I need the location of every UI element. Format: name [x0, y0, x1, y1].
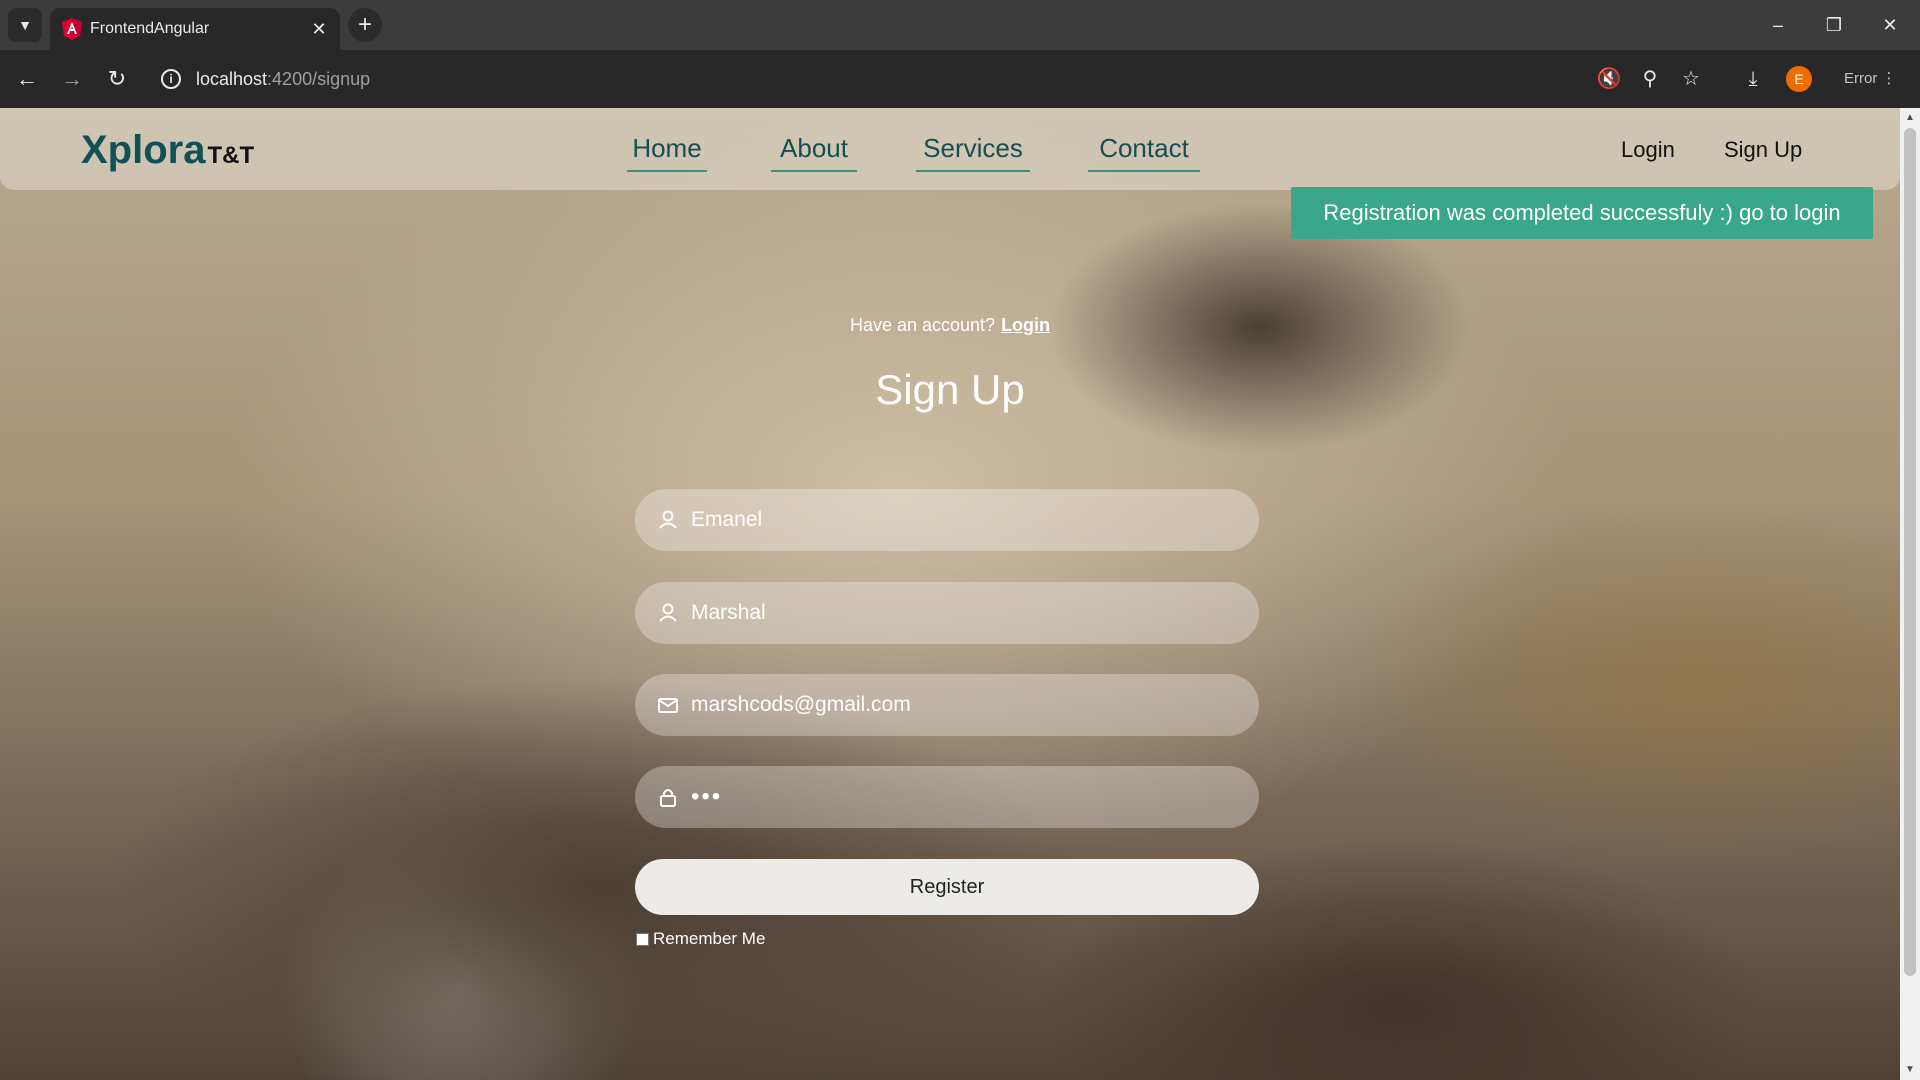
nav-link-about[interactable]: About	[771, 128, 857, 172]
user-icon	[659, 510, 677, 529]
error-menu-button[interactable]: Error ⋮	[1830, 62, 1910, 96]
tab-title: FrontendAngular	[90, 20, 210, 37]
email-field[interactable]: marshcods@gmail.com	[635, 674, 1259, 736]
tab-search-button[interactable]: ▼	[8, 8, 42, 42]
register-button[interactable]: Register	[635, 859, 1259, 915]
mail-icon	[658, 698, 678, 713]
success-toast[interactable]: Registration was completed successfuly :…	[1291, 187, 1873, 239]
login-link[interactable]: Login	[1001, 315, 1050, 335]
back-icon[interactable]: ←	[10, 62, 44, 96]
close-tab-icon[interactable]: ✕	[308, 18, 330, 40]
have-account-text: Have an account? Login	[849, 315, 1051, 335]
nav-signup-link[interactable]: Sign Up	[1724, 130, 1802, 170]
angular-icon	[62, 18, 82, 40]
scroll-down-icon[interactable]: ▼	[1900, 1060, 1920, 1080]
last-name-value: Marshal	[691, 601, 766, 624]
download-icon[interactable]: ⤓	[1736, 62, 1770, 96]
restore-icon[interactable]: ❐	[1806, 0, 1862, 50]
minimize-icon[interactable]: –	[1750, 0, 1806, 50]
scroll-up-icon[interactable]: ▲	[1900, 108, 1920, 128]
profile-avatar[interactable]: E	[1786, 66, 1812, 92]
url-text[interactable]: localhost:4200/signup	[196, 57, 370, 101]
remember-me[interactable]: Remember Me	[636, 928, 765, 950]
page-title: Sign Up	[875, 366, 1025, 413]
remember-me-label: Remember Me	[653, 929, 766, 948]
nav-link-services[interactable]: Services	[916, 128, 1030, 172]
forward-icon[interactable]: →	[55, 62, 89, 96]
page-viewport: XploraT&T Home About Services Contact Lo…	[0, 108, 1900, 1080]
browser-toolbar: ← → ↻ i localhost:4200/signup 🔇 ⚲ ☆ ⤓ E …	[0, 50, 1920, 108]
nav-login-link[interactable]: Login	[1621, 130, 1675, 170]
nav-link-home[interactable]: Home	[627, 128, 707, 172]
remember-me-checkbox[interactable]	[636, 933, 649, 947]
password-mask: •••	[691, 783, 723, 810]
bookmark-star-icon[interactable]: ☆	[1674, 62, 1708, 96]
browser-tab-bar: ▼ FrontendAngular ✕ + – ❐ ✕	[0, 0, 1920, 50]
reload-icon[interactable]: ↻	[100, 62, 134, 96]
first-name-field[interactable]: Emanel	[635, 489, 1259, 551]
site-info-icon[interactable]: i	[161, 69, 181, 89]
site-navbar: XploraT&T Home About Services Contact Lo…	[0, 108, 1900, 190]
site-logo[interactable]: XploraT&T	[81, 128, 254, 173]
scrollbar-thumb[interactable]	[1904, 128, 1916, 976]
muted-audio-icon[interactable]: 🔇	[1592, 62, 1626, 96]
nav-link-contact[interactable]: Contact	[1088, 128, 1200, 172]
email-value: marshcods@gmail.com	[691, 693, 911, 716]
close-window-icon[interactable]: ✕	[1862, 0, 1918, 50]
lock-icon	[660, 789, 676, 807]
password-key-icon[interactable]: ⚲	[1633, 62, 1667, 96]
new-tab-button[interactable]: +	[348, 8, 382, 42]
last-name-field[interactable]: Marshal	[635, 582, 1259, 644]
password-field[interactable]: •••	[635, 766, 1259, 828]
address-bar[interactable]: i localhost:4200/signup	[152, 57, 1715, 101]
first-name-value: Emanel	[691, 508, 763, 531]
user-icon	[659, 603, 677, 622]
browser-tab[interactable]: FrontendAngular ✕	[50, 8, 340, 50]
